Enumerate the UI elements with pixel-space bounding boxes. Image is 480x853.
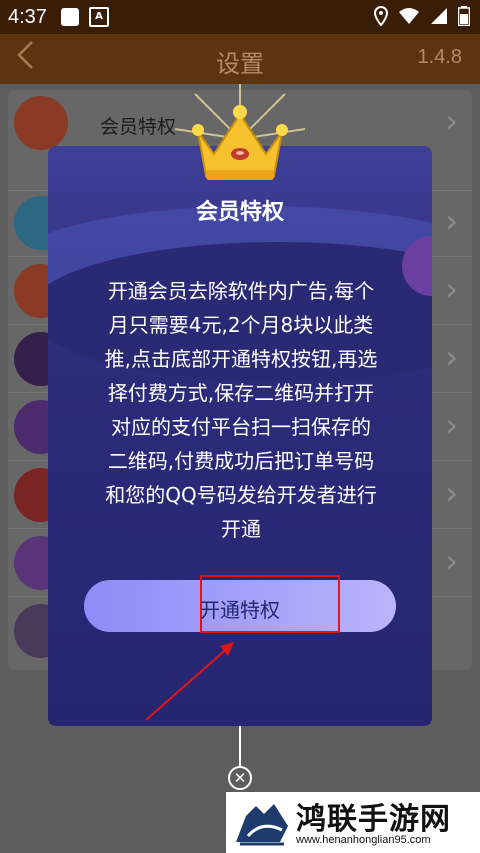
signal-icon [431, 8, 447, 24]
red-arrow-annotation [145, 642, 234, 721]
chevron-right-icon: › [445, 102, 458, 140]
chevron-right-icon: › [445, 270, 458, 308]
highlight-box [200, 575, 340, 633]
notification-app-icon: A [88, 7, 109, 27]
chevron-right-icon: › [445, 406, 458, 444]
dialog-body-line: 开通 [221, 517, 261, 541]
version-label: 1.4.8 [417, 46, 462, 68]
dialog-body: 开通会员去除软件内广告,每个 月只需要4元,2个月8块以此类 推,点击底部开通特… [86, 274, 396, 546]
dialog-body-line: 推,点击底部开通特权按钮,再选 [104, 347, 378, 371]
close-button[interactable]: ✕ [228, 766, 252, 790]
dialog-body-line: 和您的QQ号码发给开发者进行 [105, 483, 377, 507]
chevron-right-icon: › [445, 202, 458, 240]
dialog-body-line: 开通会员去除软件内广告,每个 [107, 279, 375, 303]
status-time: 4:37 [8, 5, 47, 28]
chevron-right-icon: › [445, 542, 458, 580]
close-connector [239, 726, 241, 768]
watermark: 鸿联手游网 www.henanhonglian95.com [226, 792, 480, 853]
close-icon: ✕ [233, 769, 247, 787]
chevron-right-icon: › [445, 474, 458, 512]
crown-icon [174, 84, 306, 180]
battery-icon [458, 6, 470, 26]
dialog-body-line: 月只需要4元,2个月8块以此类 [108, 313, 374, 337]
status-icons [374, 6, 470, 26]
watermark-logo [236, 804, 288, 846]
page-title: 设置 [216, 50, 264, 78]
watermark-url: www.henanhonglian95.com [296, 834, 431, 846]
status-bar: 4:37 A [0, 0, 480, 34]
dialog-body-line: 二维码,付费成功后把订单号码 [107, 449, 375, 473]
location-icon [374, 6, 388, 26]
vip-dialog: 会员特权 开通会员去除软件内广告,每个 月只需要4元,2个月8块以此类 推,点击… [48, 146, 432, 726]
app-bar: 设置 1.4.8 [0, 34, 480, 84]
chevron-right-icon: › [445, 338, 458, 376]
notification-square-icon [60, 8, 79, 26]
wifi-icon [399, 8, 419, 24]
soundwave-icon [14, 96, 68, 150]
dialog-body-line: 对应的支付平台扫一扫保存的 [111, 415, 371, 439]
open-vip-button[interactable]: 开通特权 [84, 575, 396, 633]
watermark-name: 鸿联手游网 [296, 802, 451, 837]
list-item-label: 会员特权 [100, 116, 177, 138]
dialog-title: 会员特权 [195, 200, 284, 225]
dialog-body-line: 择付费方式,保存二维码并打开 [107, 381, 375, 405]
